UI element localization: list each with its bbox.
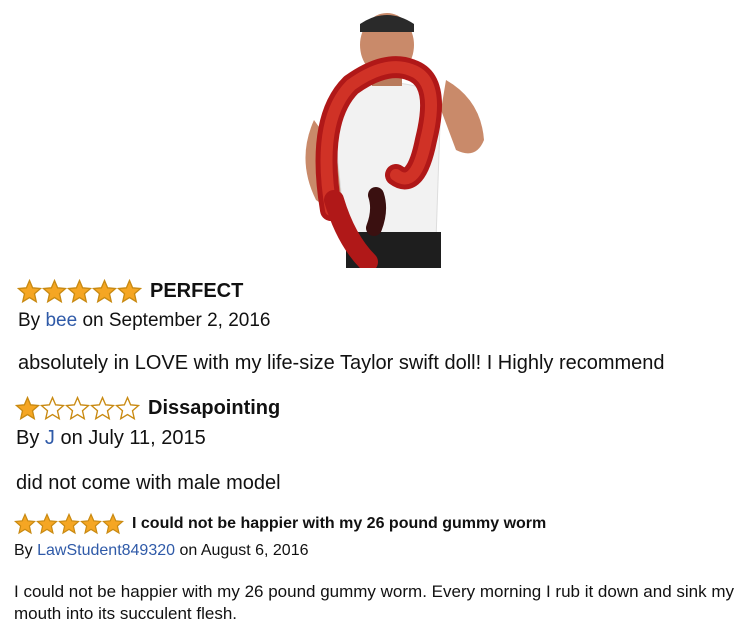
star-rating	[15, 396, 140, 421]
star-empty-icon	[115, 396, 140, 421]
review-title[interactable]: Dissapointing	[148, 397, 280, 420]
review-title[interactable]: I could not be happier with my 26 pound …	[132, 515, 546, 533]
review-byline: By LawStudent849320 on August 6, 2016	[14, 542, 308, 560]
star-filled-icon	[67, 279, 92, 304]
review-date: on July 11, 2015	[60, 427, 206, 449]
author-link[interactable]: bee	[45, 310, 77, 331]
star-empty-icon	[90, 396, 115, 421]
star-filled-icon	[15, 396, 40, 421]
star-filled-icon	[42, 279, 67, 304]
review-byline: By bee on September 2, 2016	[18, 310, 270, 332]
review-header: I could not be happier with my 26 pound …	[14, 513, 546, 535]
author-link[interactable]: J	[45, 427, 55, 449]
review-body: did not come with male model	[16, 472, 281, 494]
review-body: I could not be happier with my 26 pound …	[14, 582, 735, 623]
review-byline: By J on July 11, 2015	[16, 427, 206, 450]
review-header: PERFECT	[17, 279, 243, 304]
by-label: By	[16, 427, 40, 449]
star-rating	[17, 279, 142, 304]
star-filled-icon	[102, 513, 124, 535]
by-label: By	[18, 310, 41, 331]
review-date: on September 2, 2016	[82, 310, 271, 331]
review-header: Dissapointing	[15, 396, 280, 421]
author-link[interactable]: LawStudent849320	[37, 542, 175, 559]
star-rating	[14, 513, 124, 535]
product-photo	[276, 0, 509, 268]
star-empty-icon	[65, 396, 90, 421]
star-empty-icon	[40, 396, 65, 421]
by-label: By	[14, 542, 33, 559]
star-filled-icon	[92, 279, 117, 304]
review-title[interactable]: PERFECT	[150, 280, 243, 303]
review-date: on August 6, 2016	[179, 542, 309, 559]
star-filled-icon	[36, 513, 58, 535]
star-filled-icon	[17, 279, 42, 304]
star-filled-icon	[58, 513, 80, 535]
review-body: absolutely in LOVE with my life-size Tay…	[18, 352, 665, 374]
star-filled-icon	[80, 513, 102, 535]
star-filled-icon	[14, 513, 36, 535]
star-filled-icon	[117, 279, 142, 304]
